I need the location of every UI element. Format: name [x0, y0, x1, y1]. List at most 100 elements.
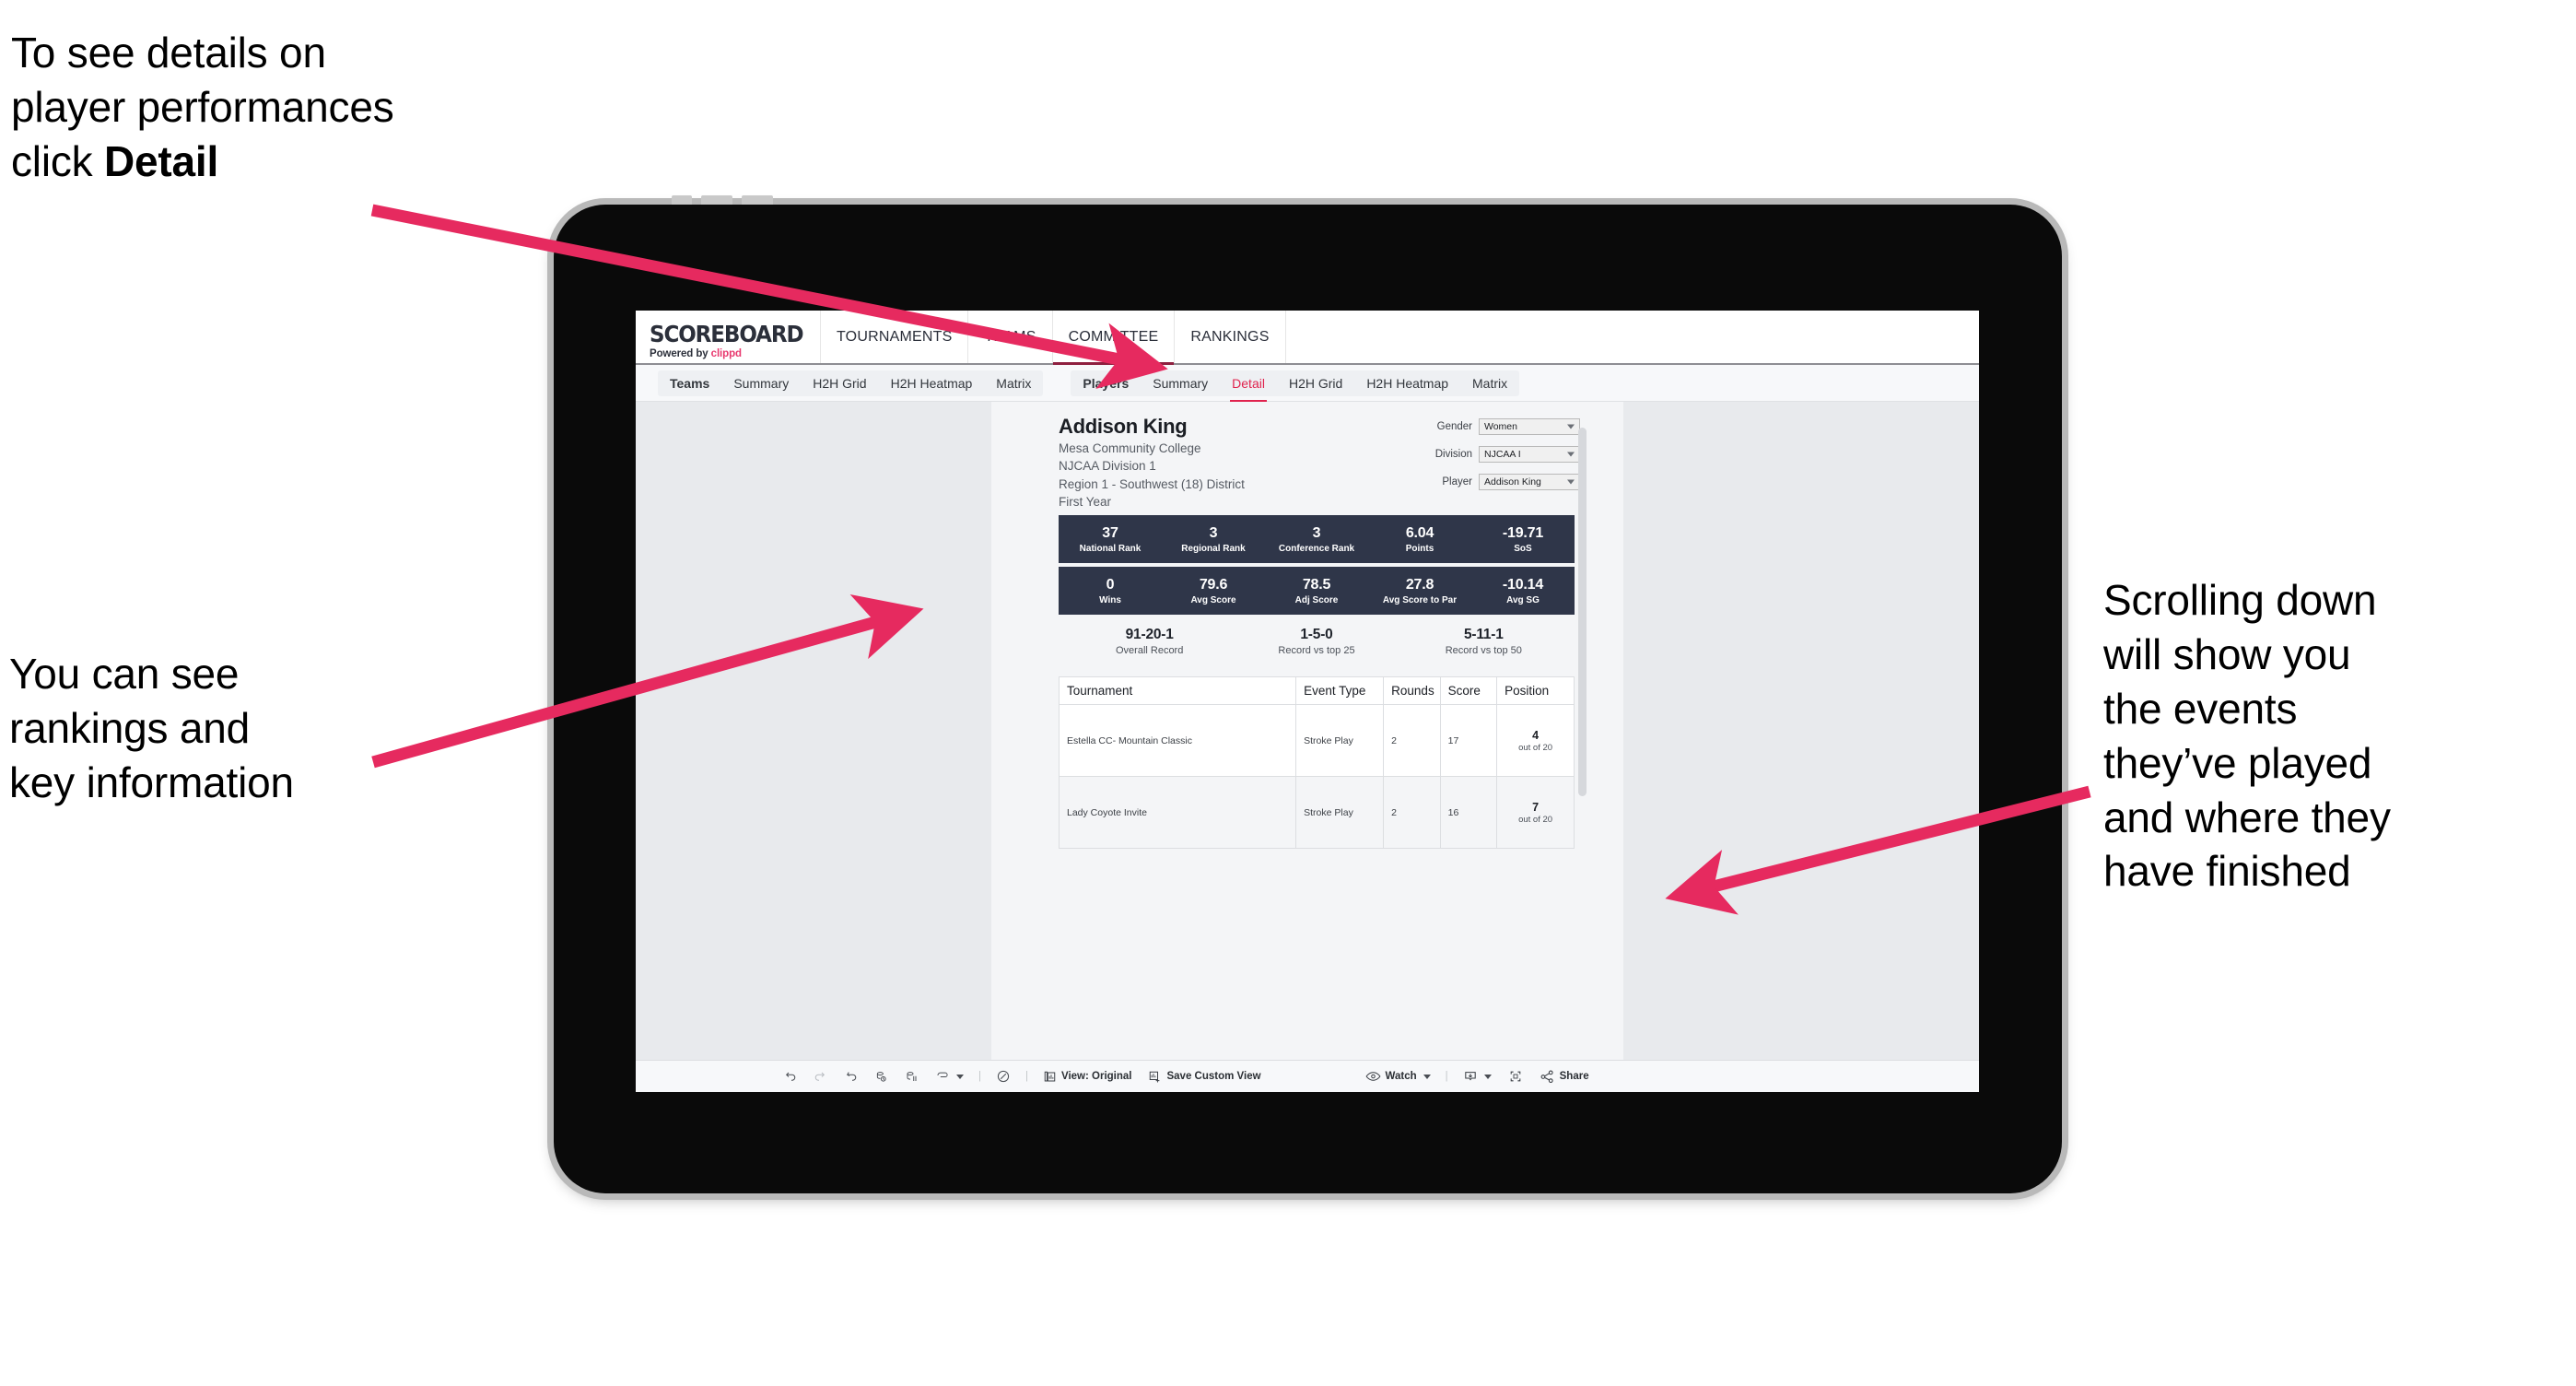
record-value: 1-5-0 [1300, 627, 1333, 643]
cell-rounds: 2 [1383, 776, 1441, 850]
stat-value: 37 [1102, 524, 1118, 541]
nav-label: TEAMS [984, 328, 1036, 345]
brand-powered-by: Powered by clippd [650, 348, 820, 359]
subnav-teams-matrix[interactable]: Matrix [984, 370, 1043, 396]
vertical-scrollbar[interactable] [1578, 428, 1587, 796]
stat-label: Adj Score [1294, 594, 1339, 605]
stat-regional-rank: 3 Regional Rank [1162, 525, 1265, 554]
subnav-group-teams: Teams Summary H2H Grid H2H Heatmap Matri… [658, 370, 1044, 396]
brand-logo[interactable]: SCOREBOARD Powered by clippd [636, 311, 820, 363]
table-row[interactable]: Estella CC- Mountain Classic Stroke Play… [1058, 704, 1575, 778]
player-value: Addison King [1484, 476, 1541, 487]
cell-tournament: Lady Coyote Invite [1058, 776, 1297, 850]
stat-value: 79.6 [1199, 576, 1228, 593]
player-select[interactable]: Addison King [1479, 474, 1580, 490]
cell-position: 7 out of 20 [1496, 776, 1575, 850]
dashboard-canvas: Addison King Mesa Community College NJCA… [636, 402, 1979, 1060]
view-original-button[interactable]: View: Original [1035, 1061, 1140, 1092]
table-row[interactable]: Lady Coyote Invite Stroke Play 2 16 7 ou… [1058, 776, 1575, 850]
share-button[interactable]: Share [1531, 1061, 1598, 1092]
stats-row-rankings: 37 National Rank 3 Regional Rank 3 Confe… [1059, 515, 1575, 564]
col-score[interactable]: Score [1439, 676, 1498, 706]
division-select[interactable]: NJCAA I [1479, 446, 1580, 463]
subnav-players-summary[interactable]: Summary [1141, 370, 1220, 396]
stat-sos: -19.71 SoS [1471, 525, 1575, 554]
undo-button[interactable] [775, 1061, 805, 1092]
subnav-group-players: Players Summary Detail H2H Grid H2H Heat… [1071, 370, 1520, 403]
record-vs-top-25: 1-5-0 Record vs top 25 [1233, 627, 1399, 656]
gender-value: Women [1484, 421, 1517, 432]
stat-value: 27.8 [1405, 576, 1434, 593]
cell-score: 17 [1439, 704, 1498, 778]
cell-tournament: Estella CC- Mountain Classic [1058, 704, 1297, 778]
subnav-teams-h2h-grid[interactable]: H2H Grid [801, 370, 878, 396]
stat-value: 78.5 [1302, 576, 1331, 593]
subnav-players-detail[interactable]: Detail [1220, 370, 1277, 403]
revert-button[interactable] [836, 1061, 866, 1092]
col-rounds[interactable]: Rounds [1383, 676, 1441, 706]
watch-button[interactable]: Watch [1357, 1061, 1439, 1092]
filter-selectors: Gender Women Division NJCAA I Player Add… [1416, 418, 1580, 501]
pause-auto-update-button[interactable] [896, 1061, 927, 1092]
subnav-teams[interactable]: Teams [658, 370, 721, 396]
stat-value: 3 [1209, 524, 1218, 541]
pan-zoom-button[interactable] [927, 1061, 972, 1092]
chevron-down-icon [1567, 452, 1575, 457]
browser-viewport: SCOREBOARD Powered by clippd TOURNAMENTS… [636, 311, 1979, 1092]
col-event-type[interactable]: Event Type [1295, 676, 1385, 706]
subnav-teams-summary[interactable]: Summary [721, 370, 801, 396]
show-hide-cards-button[interactable] [988, 1061, 1019, 1092]
stat-label: Conference Rank [1278, 543, 1355, 554]
stat-wins: 0 Wins [1059, 577, 1162, 605]
player-detail-panel: Addison King Mesa Community College NJCA… [1058, 415, 1587, 850]
main-navigation: TOURNAMENTS TEAMS COMMITTEE RANKINGS [820, 311, 1286, 365]
subnav-players-h2h-heatmap[interactable]: H2H Heatmap [1354, 370, 1460, 396]
stat-avg-score-to-par: 27.8 Avg Score to Par [1368, 577, 1471, 605]
stat-label: Avg SG [1506, 594, 1540, 605]
download-button[interactable] [1455, 1061, 1500, 1092]
col-tournament[interactable]: Tournament [1058, 676, 1297, 706]
nav-item-committee[interactable]: COMMITTEE [1051, 311, 1175, 365]
chevron-down-icon [1423, 1074, 1431, 1079]
stat-value: 3 [1312, 524, 1321, 541]
stat-label: National Rank [1079, 543, 1142, 554]
cell-score: 16 [1439, 776, 1498, 850]
chevron-down-icon [1483, 1074, 1492, 1079]
save-custom-view-label: Save Custom View [1166, 1071, 1261, 1082]
gender-select[interactable]: Women [1479, 418, 1580, 435]
subnav-players[interactable]: Players [1071, 370, 1141, 396]
nav-item-tournaments[interactable]: TOURNAMENTS [820, 311, 967, 363]
record-label: Overall Record [1115, 645, 1184, 657]
stat-value: -19.71 [1502, 524, 1544, 541]
player-filter-row: Player Addison King [1416, 474, 1580, 490]
subnav-players-matrix[interactable]: Matrix [1460, 370, 1519, 396]
division-filter-row: Division NJCAA I [1416, 446, 1580, 463]
callout-rankings: You can see rankings and key information [9, 650, 294, 806]
stats-row-scoring: 0 Wins 79.6 Avg Score 78.5 Adj Score 27.… [1059, 567, 1575, 616]
stat-label: Points [1405, 543, 1434, 554]
nav-item-rankings[interactable]: RANKINGS [1174, 311, 1286, 363]
position-number: 4 [1532, 728, 1540, 742]
view-original-label: View: Original [1061, 1071, 1132, 1082]
record-label: Record vs top 25 [1278, 645, 1355, 657]
division-label: Division [1434, 449, 1472, 460]
nav-item-teams[interactable]: TEAMS [967, 311, 1051, 363]
record-value: 91-20-1 [1125, 627, 1174, 643]
nav-label: TOURNAMENTS [837, 328, 953, 345]
save-custom-view-button[interactable]: Save Custom View [1140, 1061, 1269, 1092]
subnav-teams-h2h-heatmap[interactable]: H2H Heatmap [879, 370, 985, 396]
nav-label: RANKINGS [1190, 328, 1270, 345]
record-label: Record vs top 50 [1445, 645, 1522, 657]
stat-points: 6.04 Points [1368, 525, 1471, 554]
subnav-players-h2h-grid[interactable]: H2H Grid [1277, 370, 1354, 396]
stat-label: SoS [1514, 543, 1532, 554]
watch-label: Watch [1385, 1071, 1417, 1082]
record-overall: 91-20-1 Overall Record [1066, 627, 1233, 656]
slide-canvas: To see details on player performances cl… [0, 0, 2576, 1386]
refresh-data-button[interactable] [866, 1061, 896, 1092]
redo-button[interactable] [805, 1061, 836, 1092]
fullscreen-button[interactable] [1500, 1061, 1531, 1092]
nav-label: COMMITTEE [1068, 328, 1159, 345]
col-position[interactable]: Position [1496, 676, 1575, 706]
stat-value: -10.14 [1502, 576, 1544, 593]
